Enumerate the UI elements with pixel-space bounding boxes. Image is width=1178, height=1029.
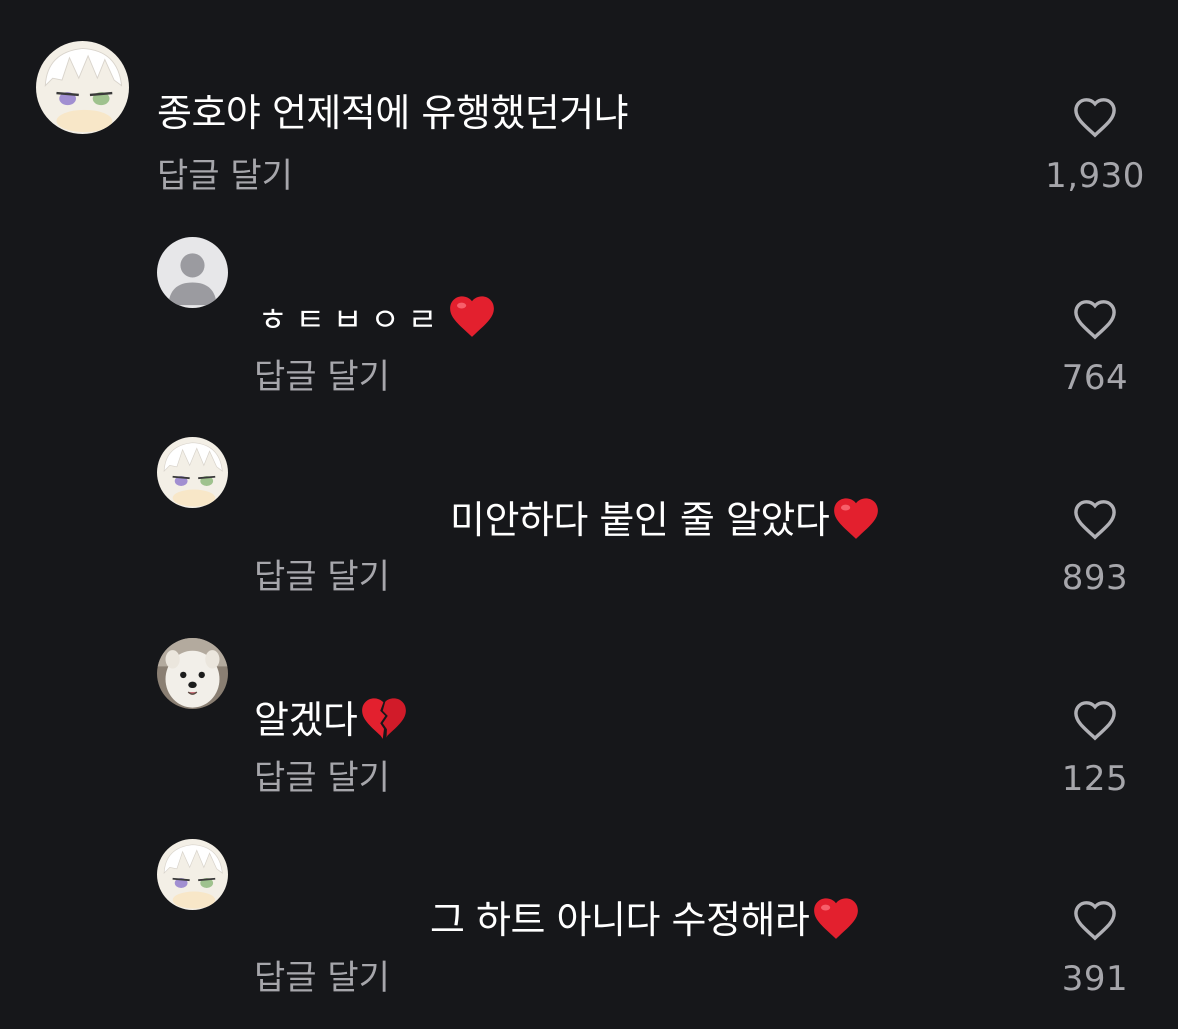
comment-thread: 종호야 언제적에 유행했던거냐 답글 달기 1,930 ㅎㅌㅂㅇㄹ 답글 달기	[0, 0, 1178, 1029]
comment-text: 알겠다	[254, 694, 409, 751]
broken-heart-emoji	[359, 694, 409, 751]
comment-text: 그 하트 아니다 수정해라	[430, 894, 861, 951]
user-avatar[interactable]	[157, 839, 228, 910]
reply-item: 그 하트 아니다 수정해라 답글 달기 391	[0, 800, 1178, 1000]
like-count: 893	[1061, 558, 1129, 598]
like-button[interactable]: 125	[1035, 699, 1155, 799]
like-button[interactable]: 893	[1035, 498, 1155, 598]
user-avatar[interactable]	[157, 237, 228, 308]
like-count: 764	[1061, 358, 1129, 398]
like-count: 125	[1061, 759, 1129, 799]
red-heart-emoji	[447, 292, 497, 351]
reply-button[interactable]: 답글 달기	[254, 758, 390, 798]
comment-text: ㅎㅌㅂㅇㄹ	[258, 292, 497, 351]
like-button[interactable]: 764	[1035, 298, 1155, 398]
like-button[interactable]: 1,930	[1035, 96, 1155, 196]
like-count: 1,930	[1045, 156, 1145, 196]
user-avatar[interactable]	[157, 638, 228, 709]
white-dog-avatar-icon	[157, 638, 228, 709]
comment-text: 미안하다 붙인 줄 알았다	[450, 494, 881, 551]
red-heart-emoji	[811, 894, 861, 951]
heart-outline-icon	[1074, 701, 1116, 741]
user-avatar[interactable]	[157, 437, 228, 508]
comment-item: 종호야 언제적에 유행했던거냐 답글 달기 1,930	[0, 0, 1178, 200]
heart-outline-icon	[1074, 98, 1116, 138]
like-button[interactable]: 391	[1035, 899, 1155, 999]
heart-outline-icon	[1074, 901, 1116, 941]
anime-character-avatar-icon	[157, 437, 228, 508]
user-avatar[interactable]	[36, 41, 129, 134]
reply-button[interactable]: 답글 달기	[157, 156, 293, 196]
reply-button[interactable]: 답글 달기	[254, 357, 390, 397]
anime-character-avatar-icon	[157, 839, 228, 910]
reply-button[interactable]: 답글 달기	[254, 557, 390, 597]
anime-character-avatar-icon	[36, 41, 129, 134]
reply-button[interactable]: 답글 달기	[254, 958, 390, 998]
heart-outline-icon	[1074, 500, 1116, 540]
like-count: 391	[1061, 959, 1129, 999]
comment-text: 종호야 언제적에 유행했던거냐	[157, 91, 629, 135]
reply-item: 알겠다 답글 달기 125	[0, 600, 1178, 800]
heart-outline-icon	[1074, 300, 1116, 340]
reply-item: 미안하다 붙인 줄 알았다 답글 달기 893	[0, 400, 1178, 600]
default-user-avatar-icon	[157, 237, 228, 308]
reply-item: ㅎㅌㅂㅇㄹ 답글 달기 764	[0, 200, 1178, 400]
red-heart-emoji	[831, 494, 881, 551]
